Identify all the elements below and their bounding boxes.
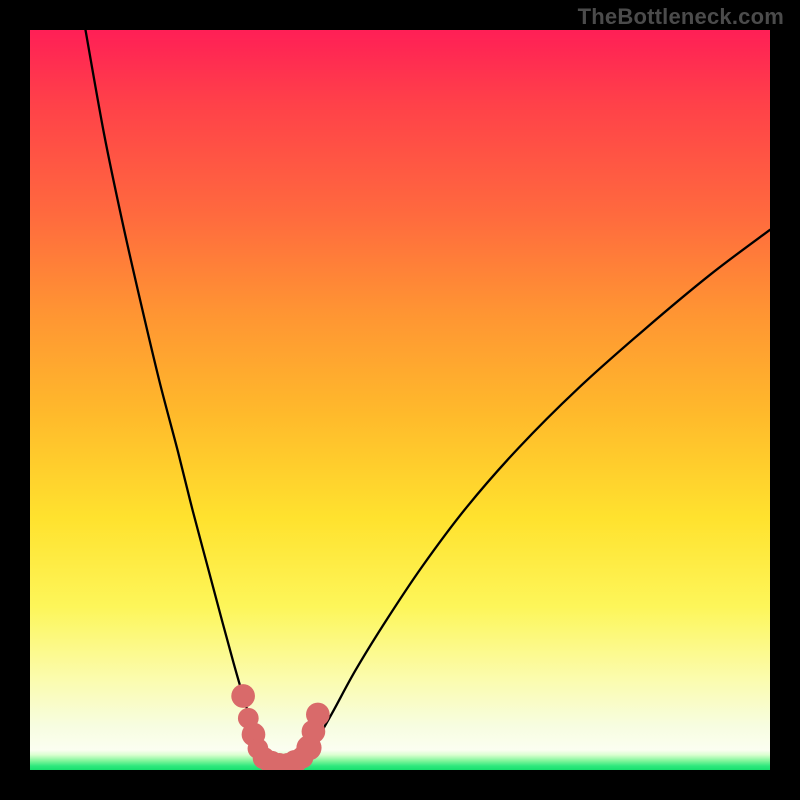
curve-right-branch [300, 230, 770, 763]
plot-area [30, 30, 770, 770]
valley-marker-dot [306, 703, 330, 727]
chart-frame: TheBottleneck.com [0, 0, 800, 800]
curve-svg [30, 30, 770, 770]
curve-left-branch [86, 30, 270, 763]
valley-marker-dot [231, 684, 255, 708]
valley-marker-group [231, 684, 329, 770]
watermark-text: TheBottleneck.com [578, 4, 784, 30]
